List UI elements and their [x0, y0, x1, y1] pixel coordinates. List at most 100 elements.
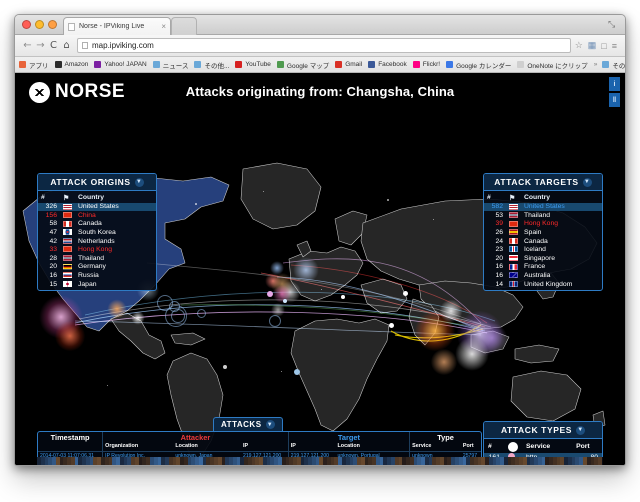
- window-controls[interactable]: [22, 20, 57, 29]
- tab-title: Norse - IPViking Live: [79, 23, 145, 30]
- tab-favicon-icon: [68, 22, 75, 31]
- bookmark-item[interactable]: Gmail: [335, 61, 362, 68]
- col-country: Country: [524, 194, 551, 201]
- row-flag: [60, 263, 75, 272]
- row-country: Singapore: [524, 254, 555, 262]
- bookmark-item[interactable]: ニュース: [152, 60, 188, 70]
- table-row[interactable]: 23 Iceland: [484, 245, 602, 254]
- flag-icon-ca: [63, 220, 72, 227]
- row-count: 15: [49, 280, 57, 288]
- back-button[interactable]: ←: [21, 40, 34, 51]
- col-service: Service: [526, 443, 551, 450]
- sub-attacker-ip: IP: [241, 442, 289, 452]
- bookmark-item[interactable]: Facebook: [368, 61, 407, 68]
- table-row[interactable]: 156 China: [38, 211, 156, 220]
- bookmark-favicon-icon: [335, 61, 343, 68]
- row-count: 20: [49, 263, 57, 271]
- extension-icon[interactable]: ▦: [588, 40, 597, 51]
- row-country: United Kingdom: [524, 280, 573, 288]
- table-row[interactable]: 16 Australia: [484, 271, 602, 280]
- table-row[interactable]: 39 Hong Kong: [484, 220, 602, 229]
- bookmark-label: OneNote にクリップ: [527, 62, 588, 70]
- bookmark-favicon-icon: [368, 61, 376, 68]
- address-bar[interactable]: map.ipviking.com: [77, 38, 571, 53]
- chevron-down-icon[interactable]: ▼: [582, 177, 592, 187]
- table-row[interactable]: 326 United States: [38, 202, 156, 212]
- new-tab-button[interactable]: [171, 17, 197, 35]
- fullscreen-icon[interactable]: ⤡: [608, 20, 617, 29]
- attack-ring: [269, 315, 281, 327]
- bookmark-item[interactable]: OneNote にクリップ: [517, 60, 588, 70]
- minimize-window-icon[interactable]: [35, 20, 44, 29]
- attack-targets-title[interactable]: ATTACK TARGETS ▼: [484, 174, 602, 191]
- attack-origins-title[interactable]: ATTACK ORIGINS ▼: [38, 174, 156, 191]
- table-row[interactable]: 42 Netherlands: [38, 237, 156, 246]
- bookmark-label: Google マップ: [286, 62, 330, 70]
- pause-button[interactable]: ‖: [609, 93, 620, 107]
- bookmark-favicon-icon: [235, 61, 243, 68]
- home-button[interactable]: ⌂: [60, 40, 73, 51]
- attacks-sub-header-row: Organization Location IP IP Location Ser…: [38, 442, 481, 452]
- chevron-down-icon[interactable]: ▼: [265, 420, 275, 429]
- bookmark-favicon-icon: [94, 61, 102, 68]
- table-row[interactable]: 53 Thailand: [484, 211, 602, 220]
- row-flag: [506, 245, 521, 254]
- chevron-down-icon[interactable]: ▼: [576, 425, 586, 435]
- bookmark-label: Flickr!: [422, 61, 441, 68]
- bookmark-item[interactable]: アプリ: [19, 60, 49, 70]
- row-flag: [506, 263, 521, 272]
- menu-icon[interactable]: ≡: [612, 41, 617, 51]
- attacks-tab[interactable]: ATTACKS ▼: [213, 417, 283, 431]
- bookmark-item[interactable]: Yahoo! JAPAN: [94, 61, 147, 68]
- bookmark-item[interactable]: YouTube: [235, 61, 271, 68]
- window-icon[interactable]: □: [601, 41, 606, 51]
- table-row[interactable]: 15 Japan: [38, 280, 156, 289]
- browser-window: Norse - IPViking Live × ⤡ ← → C ⌂ map.ip…: [14, 14, 626, 466]
- tab-close-icon[interactable]: ×: [161, 22, 166, 31]
- bookmark-item[interactable]: その他...: [194, 60, 229, 70]
- col-count: #: [488, 443, 492, 450]
- row-flag: [506, 271, 521, 280]
- group-attacker: Attacker: [102, 432, 289, 442]
- chevron-down-icon[interactable]: ▼: [134, 177, 144, 187]
- table-row[interactable]: 47 South Korea: [38, 228, 156, 237]
- table-row[interactable]: 14 United Kingdom: [484, 280, 602, 289]
- table-row[interactable]: 26 Spain: [484, 228, 602, 237]
- table-row[interactable]: 582 United States: [484, 202, 602, 212]
- bookmark-item[interactable]: Amazon: [54, 61, 88, 68]
- bookmark-item[interactable]: Google カレンダー: [446, 60, 511, 70]
- bookmark-item[interactable]: Flickr!: [412, 61, 441, 68]
- bookmark-label: Yahoo! JAPAN: [104, 61, 147, 68]
- attack-types-title[interactable]: ATTACK TYPES ▼: [484, 422, 602, 439]
- info-button[interactable]: i: [609, 77, 620, 91]
- table-row[interactable]: 58 Canada: [38, 220, 156, 229]
- table-row[interactable]: 20 Singapore: [484, 254, 602, 263]
- table-row[interactable]: 20 Germany: [38, 263, 156, 272]
- table-row[interactable]: 16 Russia: [38, 271, 156, 280]
- table-row[interactable]: 33 Hong Kong: [38, 245, 156, 254]
- attack-origins-table: # ⚑ Country 326 United States 156 China 58 Ca…: [38, 193, 156, 289]
- flag-icon-us: [509, 203, 518, 210]
- col-port: Port: [576, 443, 590, 450]
- close-window-icon[interactable]: [22, 20, 31, 29]
- bookmark-item[interactable]: Google マップ: [276, 60, 330, 70]
- maximize-window-icon[interactable]: [48, 20, 57, 29]
- row-flag: [506, 211, 521, 220]
- reload-button[interactable]: C: [47, 40, 60, 51]
- table-row[interactable]: 24 Canada: [484, 237, 602, 246]
- bookmark-star-icon[interactable]: ☆: [575, 40, 583, 51]
- forward-button[interactable]: →: [34, 40, 47, 51]
- flag-icon-us: [63, 203, 72, 210]
- attacks-tab-label: ATTACKS: [221, 420, 262, 429]
- row-count: 47: [49, 229, 57, 237]
- flag-icon-ca: [509, 237, 518, 244]
- row-count: 23: [495, 246, 503, 254]
- table-row[interactable]: 28 Thailand: [38, 254, 156, 263]
- browser-tab[interactable]: Norse - IPViking Live ×: [63, 17, 171, 35]
- row-country: Germany: [78, 263, 106, 271]
- row-count: 156: [45, 211, 57, 219]
- row-count: 28: [49, 254, 57, 262]
- row-flag: [60, 228, 75, 237]
- table-row[interactable]: 16 France: [484, 263, 602, 272]
- bookmark-overflow[interactable]: » その他のブックマーク: [594, 60, 625, 70]
